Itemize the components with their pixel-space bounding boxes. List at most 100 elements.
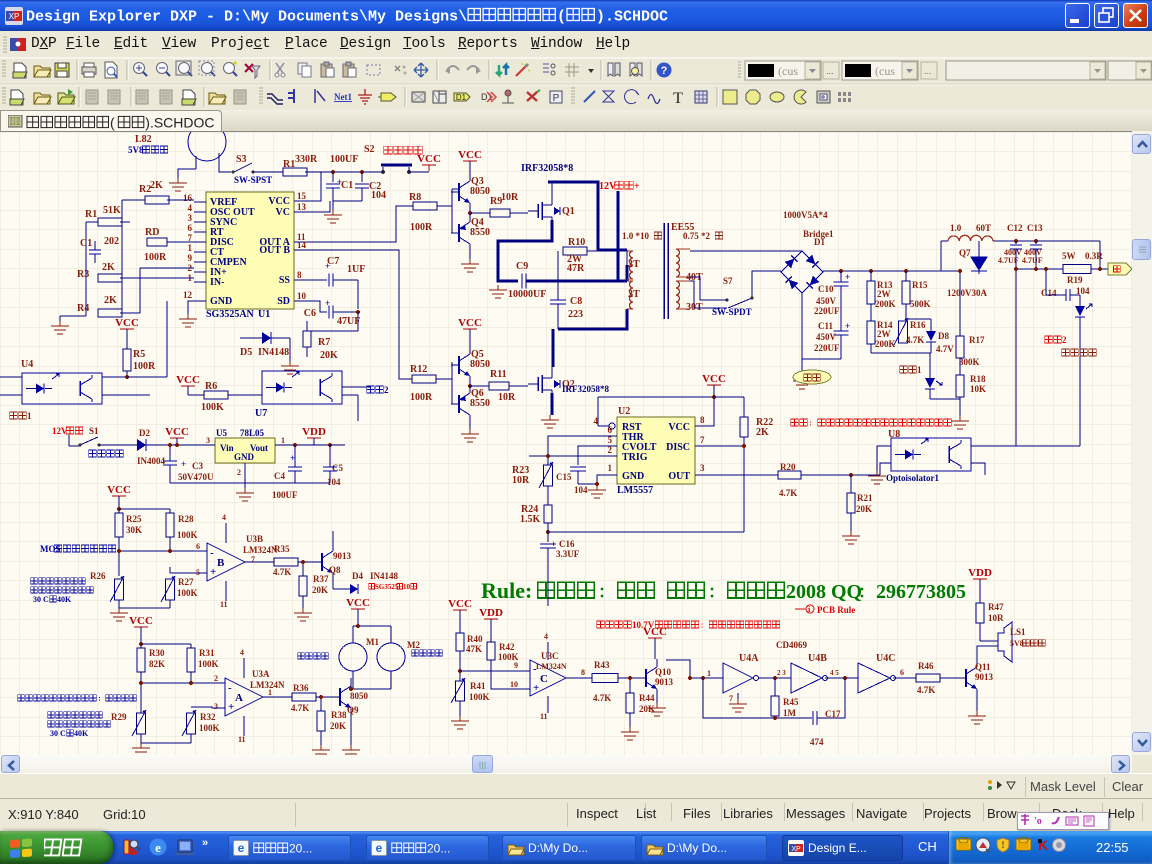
svg-text:C8: C8 (570, 296, 582, 307)
svg-text:5V8: 5V8 (128, 145, 144, 155)
svg-text:VDD: VDD (968, 567, 992, 579)
svg-text:1: 1 (707, 669, 711, 678)
svg-text:R40: R40 (467, 634, 483, 644)
svg-text:8: 8 (581, 668, 585, 677)
svg-text:»: » (202, 838, 208, 849)
svg-text:450V: 450V (816, 296, 837, 306)
svg-text:R30: R30 (149, 648, 165, 658)
svg-text:9013: 9013 (333, 551, 352, 561)
svg-text:U7: U7 (255, 408, 267, 419)
svg-text:VDD: VDD (302, 426, 326, 438)
svg-text:12V: 12V (52, 426, 68, 436)
svg-text:R35: R35 (274, 544, 290, 554)
svg-text:20K: 20K (856, 504, 872, 514)
svg-text:47K: 47K (466, 644, 482, 654)
svg-text:VCC: VCC (346, 597, 370, 609)
svg-text:R37: R37 (313, 574, 329, 584)
svg-text:8: 8 (297, 270, 302, 280)
svg-text:2W: 2W (877, 329, 891, 339)
svg-text:450V: 450V (816, 332, 837, 342)
svg-text:2: 2 (384, 385, 389, 395)
svg-text:e: e (155, 840, 161, 855)
svg-text:R15: R15 (912, 280, 928, 290)
svg-text:U1: U1 (258, 309, 270, 320)
svg-text:C10: C10 (818, 284, 834, 294)
svg-text:C4: C4 (274, 471, 285, 481)
svg-text:200K: 200K (875, 299, 896, 309)
svg-text:R21: R21 (857, 493, 873, 503)
svg-text:SG3525: SG3525 (375, 583, 399, 591)
svg-text:4.7K: 4.7K (593, 693, 611, 703)
svg-text:).SCHDOC: ).SCHDOC (145, 115, 214, 131)
svg-text:1M: 1M (783, 708, 797, 718)
svg-text:LM324N: LM324N (243, 545, 278, 555)
svg-text:30 C: 30 C (33, 595, 49, 604)
svg-text:M2: M2 (407, 640, 420, 650)
svg-text:VCC: VCC (165, 426, 189, 438)
svg-text:GND: GND (622, 471, 644, 482)
svg-text:R25: R25 (126, 514, 142, 524)
svg-text:D1: D1 (481, 92, 493, 102)
svg-text:20K: 20K (320, 350, 338, 361)
svg-text:VCC: VCC (458, 317, 482, 329)
svg-text:2: 2 (214, 674, 218, 683)
svg-text:SG3525AN: SG3525AN (206, 309, 255, 320)
svg-text:8550: 8550 (470, 227, 490, 238)
svg-text:104: 104 (574, 485, 588, 495)
svg-text:R11: R11 (490, 369, 507, 380)
svg-text:S7: S7 (723, 276, 733, 286)
svg-text:Design Explorer DXP - D:\My Do: Design Explorer DXP - D:\My Documents\My… (26, 9, 467, 26)
svg-text:10R: 10R (988, 613, 1004, 623)
svg-text:VCC: VCC (129, 615, 153, 627)
svg-text:1: 1 (188, 243, 193, 253)
svg-text:D8: D8 (938, 331, 949, 341)
svg-text:OUT: OUT (668, 471, 690, 482)
svg-text:R8: R8 (409, 192, 421, 203)
svg-text:220UF: 220UF (814, 306, 840, 316)
svg-text:12V: 12V (599, 181, 617, 192)
svg-text:3: 3 (188, 213, 193, 223)
svg-text:Optoisolator1: Optoisolator1 (886, 473, 939, 483)
svg-text:C6: C6 (304, 308, 316, 319)
svg-text:LS1: LS1 (1010, 627, 1026, 637)
svg-text:2K: 2K (150, 180, 163, 191)
svg-text:8050: 8050 (350, 691, 369, 701)
svg-text:VCC: VCC (268, 196, 290, 207)
svg-text:C7: C7 (327, 256, 339, 267)
svg-text:U2: U2 (618, 406, 630, 417)
svg-text:78L05: 78L05 (240, 428, 265, 438)
svg-text:100K: 100K (177, 530, 198, 540)
svg-text:VCC: VCC (115, 317, 139, 329)
svg-text:3: 3 (206, 436, 210, 445)
svg-text:R46: R46 (918, 661, 934, 671)
svg-text:R3: R3 (77, 269, 89, 280)
svg-text:R41: R41 (470, 681, 486, 691)
svg-text:3: 3 (700, 463, 705, 473)
svg-text:Q7: Q7 (959, 248, 971, 258)
svg-text:R44: R44 (639, 693, 655, 703)
svg-text:20...: 20... (289, 842, 312, 856)
svg-text:4: 4 (222, 513, 226, 522)
svg-text:100R: 100R (144, 252, 167, 263)
svg-text:VCC: VCC (448, 598, 472, 610)
svg-text:20K: 20K (312, 585, 328, 595)
svg-text:U4: U4 (21, 359, 33, 370)
svg-text:4: 4 (240, 648, 244, 657)
svg-text:C11: C11 (818, 321, 834, 331)
svg-text:C1: C1 (341, 180, 353, 191)
svg-text:LM5557: LM5557 (617, 485, 653, 496)
svg-text:A: A (235, 692, 243, 704)
svg-text:M1: M1 (366, 637, 379, 647)
svg-text:Net1: Net1 (334, 92, 352, 102)
svg-text:7: 7 (251, 555, 255, 564)
svg-text:+: + (210, 566, 216, 578)
svg-text:R4: R4 (77, 303, 89, 314)
svg-text:2: 2 (1062, 335, 1067, 345)
svg-text:R17: R17 (969, 335, 985, 345)
svg-text:+: + (533, 682, 539, 694)
svg-text:330R: 330R (295, 154, 318, 165)
svg-text:+: + (181, 459, 186, 469)
svg-text:100K: 100K (199, 723, 220, 733)
svg-text:Q11: Q11 (975, 662, 991, 672)
svg-text:-: - (210, 547, 214, 559)
